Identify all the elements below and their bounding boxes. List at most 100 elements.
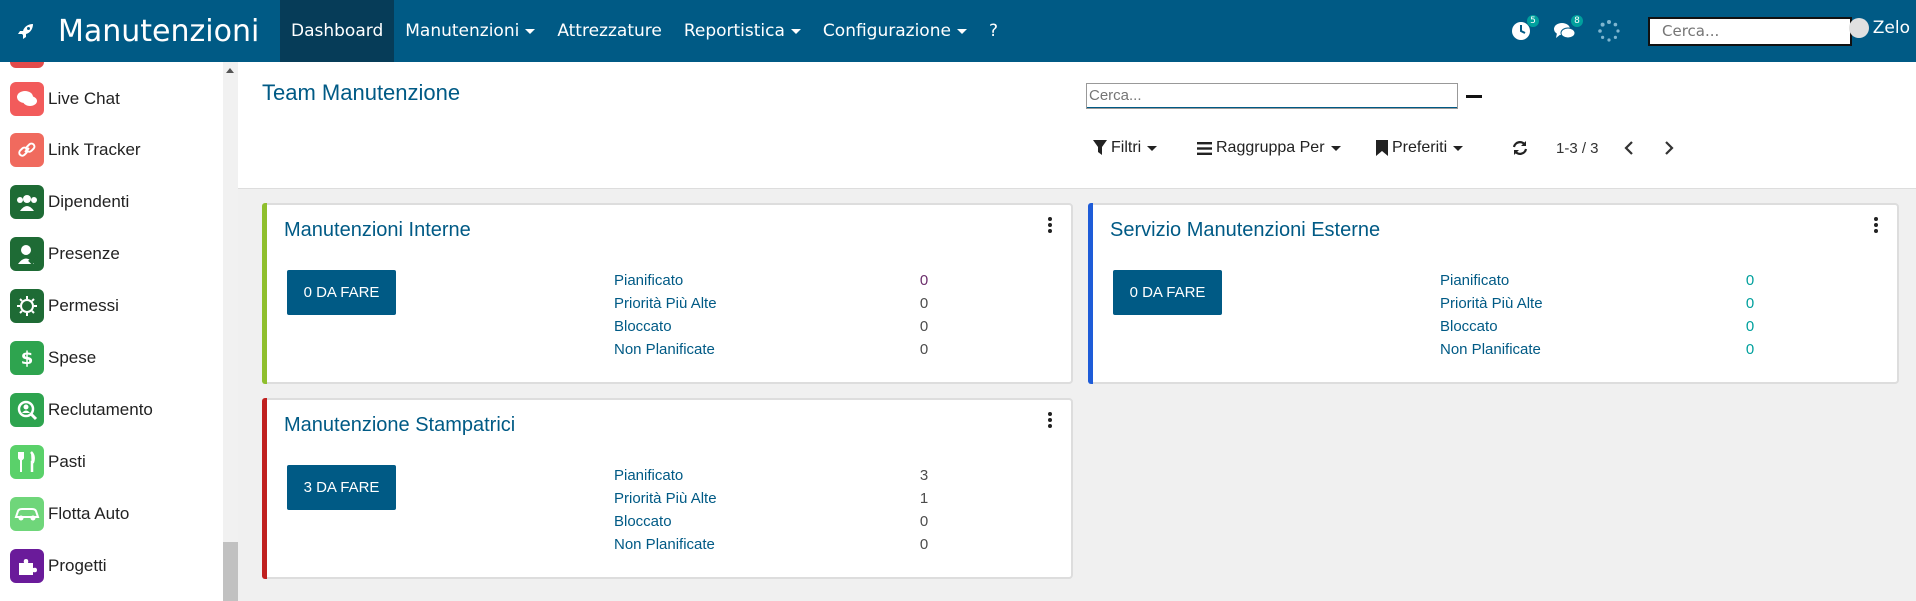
stat-row[interactable]: Non Planificate 0 xyxy=(614,533,934,556)
sidebar-item-spese[interactable]: $ Spese xyxy=(10,340,96,376)
bookmark-icon xyxy=(1376,140,1388,156)
stat-label: Priorità Più Alte xyxy=(1440,295,1543,312)
menu-attrezzature-label: Attrezzature xyxy=(557,21,662,41)
stat-value: 0 xyxy=(919,272,929,289)
chat-icon xyxy=(10,82,44,116)
todo-button[interactable]: 0 DA FARE xyxy=(1113,270,1222,315)
sidebar-item-label: Link Tracker xyxy=(48,140,141,159)
card-dropdown-button[interactable] xyxy=(1873,217,1879,233)
sidebar-item-reclutamento[interactable]: Reclutamento xyxy=(10,392,153,428)
stat-row[interactable]: Non Planificate 0 xyxy=(614,338,934,361)
team-card[interactable]: Manutenzione Stampatrici 3 DA FARE Piani… xyxy=(262,398,1073,579)
sidebar-item-pasti[interactable]: Pasti xyxy=(10,444,86,480)
sidebar-item-label: Pasti xyxy=(48,452,86,471)
filters-dropdown[interactable]: Filtri xyxy=(1093,136,1158,160)
menu-dashboard[interactable]: Dashboard xyxy=(280,0,395,62)
dot-icon xyxy=(1048,412,1052,416)
stat-label: Non Planificate xyxy=(614,536,715,553)
stat-row[interactable]: Priorità Più Alte 0 xyxy=(1440,292,1760,315)
groupby-label: Raggruppa Per xyxy=(1216,139,1325,156)
sidebar-item-label: Reclutamento xyxy=(48,400,153,419)
people-icon xyxy=(10,185,44,219)
menu-reportistica[interactable]: Reportistica xyxy=(673,0,812,62)
card-title[interactable]: Manutenzione Stampatrici xyxy=(284,414,515,437)
menu-configurazione[interactable]: Configurazione xyxy=(812,0,978,62)
team-card[interactable]: Servizio Manutenzioni Esterne 0 DA FARE … xyxy=(1088,203,1899,384)
activities-button[interactable]: 5 xyxy=(1506,15,1539,46)
dot-icon xyxy=(1048,217,1052,221)
pager-next-button[interactable] xyxy=(1664,136,1674,160)
sidebar-item-live-chat[interactable]: Live Chat xyxy=(10,81,120,117)
stat-value: 3 xyxy=(919,467,929,484)
todo-button[interactable]: 0 DA FARE xyxy=(287,270,396,315)
link-icon xyxy=(10,133,44,167)
messages-button[interactable]: 8 xyxy=(1550,15,1583,46)
sidebar-item-label: Permessi xyxy=(48,296,119,315)
stat-row[interactable]: Priorità Più Alte 1 xyxy=(614,487,934,510)
sidebar-item-link-tracker[interactable]: Link Tracker xyxy=(10,132,141,168)
stat-value: 0 xyxy=(919,513,929,530)
stat-row[interactable]: Non Planificate 0 xyxy=(1440,338,1760,361)
chevron-right-icon xyxy=(1665,141,1674,155)
team-card[interactable]: Manutenzioni Interne 0 DA FARE Pianifica… xyxy=(262,203,1073,384)
card-color-bar xyxy=(262,203,267,384)
search-toggle-button[interactable] xyxy=(1464,86,1484,106)
stat-row[interactable]: Priorità Più Alte 0 xyxy=(614,292,934,315)
card-title[interactable]: Servizio Manutenzioni Esterne xyxy=(1110,219,1380,242)
sidebar-item-dipendenti[interactable]: Dipendenti xyxy=(10,184,129,220)
dot-icon xyxy=(1048,223,1052,227)
card-title[interactable]: Manutenzioni Interne xyxy=(284,219,471,242)
stat-label: Pianificato xyxy=(1440,272,1510,289)
stat-row[interactable]: Pianificato 3 xyxy=(614,464,934,487)
favorites-dropdown[interactable]: Preferiti xyxy=(1376,136,1464,160)
sidebar-cut-item-icon xyxy=(10,62,44,68)
menu-attrezzature[interactable]: Attrezzature xyxy=(546,0,673,62)
home-menu-button[interactable] xyxy=(0,0,52,62)
pager-value[interactable]: 1-3 / 3 xyxy=(1556,136,1599,160)
caret-down-icon xyxy=(956,28,967,34)
pager-previous-button[interactable] xyxy=(1624,136,1634,160)
card-dropdown-button[interactable] xyxy=(1047,217,1053,233)
filter-icon xyxy=(1093,140,1107,155)
refresh-button[interactable] xyxy=(1512,136,1528,160)
dot-icon xyxy=(1874,217,1878,221)
search-input[interactable] xyxy=(1086,83,1458,109)
caret-down-icon xyxy=(525,28,536,34)
messages-badge: 8 xyxy=(1571,15,1583,27)
user-menu[interactable]: Zelo xyxy=(1848,18,1910,38)
sidebar-item-progetti[interactable]: Progetti xyxy=(10,548,107,584)
caret-down-icon xyxy=(790,28,801,34)
stat-value: 0 xyxy=(919,318,929,335)
sidebar-item-flotta-auto[interactable]: Flotta Auto xyxy=(10,496,129,532)
stat-value: 0 xyxy=(1745,272,1755,289)
app-brand[interactable]: Manutenzioni xyxy=(52,14,280,49)
cutlery-icon xyxy=(10,445,44,479)
stat-label: Bloccato xyxy=(614,513,672,530)
sidebar-scrollbar[interactable] xyxy=(223,62,238,601)
stat-row[interactable]: Bloccato 0 xyxy=(614,315,934,338)
stat-label: Pianificato xyxy=(614,467,684,484)
card-color-bar xyxy=(1088,203,1093,384)
top-navbar: Manutenzioni Dashboard Manutenzioni Attr… xyxy=(0,0,1916,62)
scroll-up-arrow-icon[interactable] xyxy=(226,68,234,73)
menu-help[interactable]: ? xyxy=(978,0,1009,62)
minus-icon xyxy=(1466,94,1482,98)
stat-row[interactable]: Bloccato 0 xyxy=(614,510,934,533)
sidebar-item-permessi[interactable]: Permessi xyxy=(10,288,119,324)
card-stats: Pianificato 0 Priorità Più Alte 0 Bloccato… xyxy=(614,269,934,361)
card-dropdown-button[interactable] xyxy=(1047,412,1053,428)
sidebar-item-presenze[interactable]: Presenze xyxy=(10,236,120,272)
navbar-search-input[interactable] xyxy=(1648,16,1852,46)
todo-button[interactable]: 3 DA FARE xyxy=(287,465,396,510)
stat-row[interactable]: Pianificato 0 xyxy=(1440,269,1760,292)
sidebar-item-label: Live Chat xyxy=(48,89,120,108)
stat-row[interactable]: Bloccato 0 xyxy=(1440,315,1760,338)
scrollbar-thumb[interactable] xyxy=(223,542,238,601)
menu-manutenzioni[interactable]: Manutenzioni xyxy=(394,0,546,62)
car-icon xyxy=(10,497,44,531)
stat-row[interactable]: Pianificato 0 xyxy=(614,269,934,292)
dot-icon xyxy=(1874,223,1878,227)
stat-value: 0 xyxy=(919,341,929,358)
groupby-dropdown[interactable]: Raggruppa Per xyxy=(1197,136,1341,160)
bars-icon xyxy=(1197,141,1212,155)
